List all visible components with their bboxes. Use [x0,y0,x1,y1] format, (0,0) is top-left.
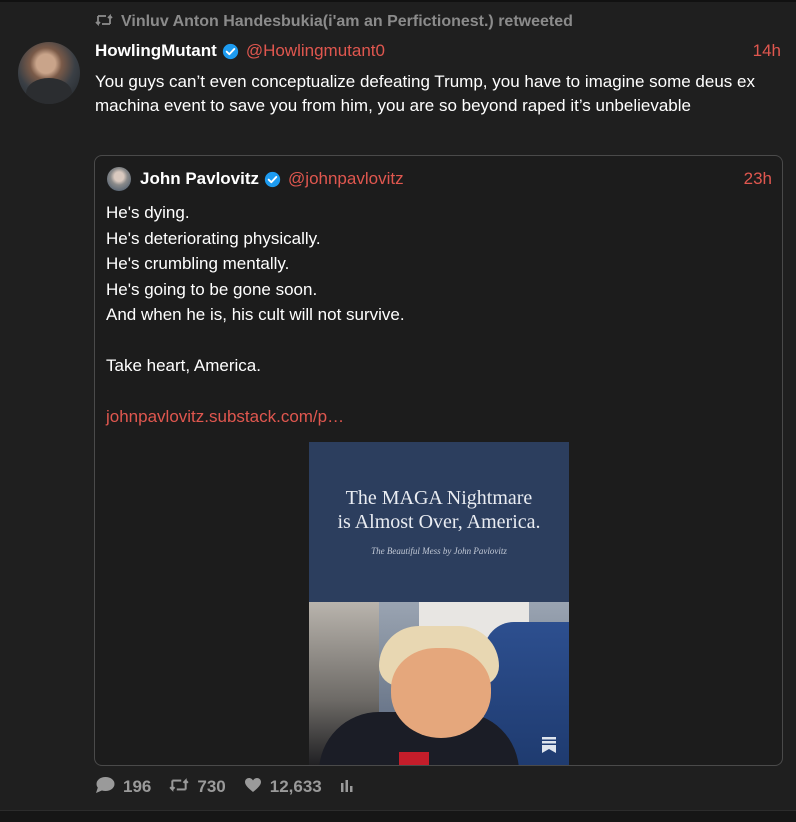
retweet-icon [169,777,197,798]
stats-button[interactable] [340,777,362,797]
heart-icon [244,777,270,798]
quoted-tweet-header: John Pavlovitz @johnpavlovitz 23h [107,167,772,191]
quoted-line: And when he is, his cult will not surviv… [106,305,405,324]
tweet-text: You guys can’t even conceptualize defeat… [95,72,755,115]
photo-tie [399,752,429,765]
link-card-image[interactable]: The MAGA Nightmare is Almost Over, Ameri… [309,442,569,765]
retweet-context: Vinluv Anton Handesbukia(i'am an Perfict… [95,12,573,32]
bookmark-icon [541,736,557,759]
author-name[interactable]: HowlingMutant [95,41,217,61]
stats-icon [340,777,362,797]
quoted-line: He's going to be gone soon. [106,279,318,299]
tweet-actions: 196 730 12,633 [95,776,380,798]
quoted-author-name[interactable]: John Pavlovitz [140,169,259,189]
like-count: 12,633 [269,777,322,796]
photo-face [391,648,491,738]
author-avatar[interactable] [18,42,80,104]
quoted-link[interactable]: johnpavlovitz.substack.com/p… [106,404,766,430]
quoted-tweet[interactable]: John Pavlovitz @johnpavlovitz 23h He's d… [94,155,783,766]
reply-count: 196 [123,777,152,796]
reply-icon [95,776,123,799]
verified-icon [264,171,281,188]
quoted-line: He's dying. [106,203,190,222]
quoted-tweet-time[interactable]: 23h [744,169,772,189]
card-title-line: is Almost Over, America. [337,511,541,533]
author-handle[interactable]: @Howlingmutant0 [246,41,385,61]
tweet-header: HowlingMutant @Howlingmutant0 14h [95,40,781,62]
quoted-line [106,379,766,405]
top-divider [0,0,796,2]
card-title: The MAGA Nightmare is Almost Over, Ameri… [309,486,569,534]
card-subtitle: The Beautiful Mess by John Pavlovitz [371,546,507,556]
quoted-line [106,328,766,354]
card-photo [309,602,569,765]
tweet-time[interactable]: 14h [753,41,781,61]
reply-button[interactable]: 196 [95,776,151,799]
retweet-context-text[interactable]: Vinluv Anton Handesbukia(i'am an Perfict… [121,13,573,31]
quoted-line: Take heart, America. [106,356,261,375]
retweet-button[interactable]: 730 [169,777,226,798]
verified-icon [222,43,239,60]
quoted-line: He's crumbling mentally. [106,254,290,273]
retweet-count: 730 [197,777,226,796]
card-header: The MAGA Nightmare is Almost Over, Ameri… [309,442,569,602]
retweet-icon [95,13,121,32]
card-title-line: The MAGA Nightmare [345,487,533,509]
bottom-divider [0,810,796,822]
quoted-tweet-text: He's dying. He's deteriorating physicall… [106,200,766,430]
quoted-author-handle[interactable]: @johnpavlovitz [288,169,404,189]
quoted-author-avatar[interactable] [107,167,131,191]
like-button[interactable]: 12,633 [244,777,322,798]
quoted-line: He's deteriorating physically. [106,228,321,248]
